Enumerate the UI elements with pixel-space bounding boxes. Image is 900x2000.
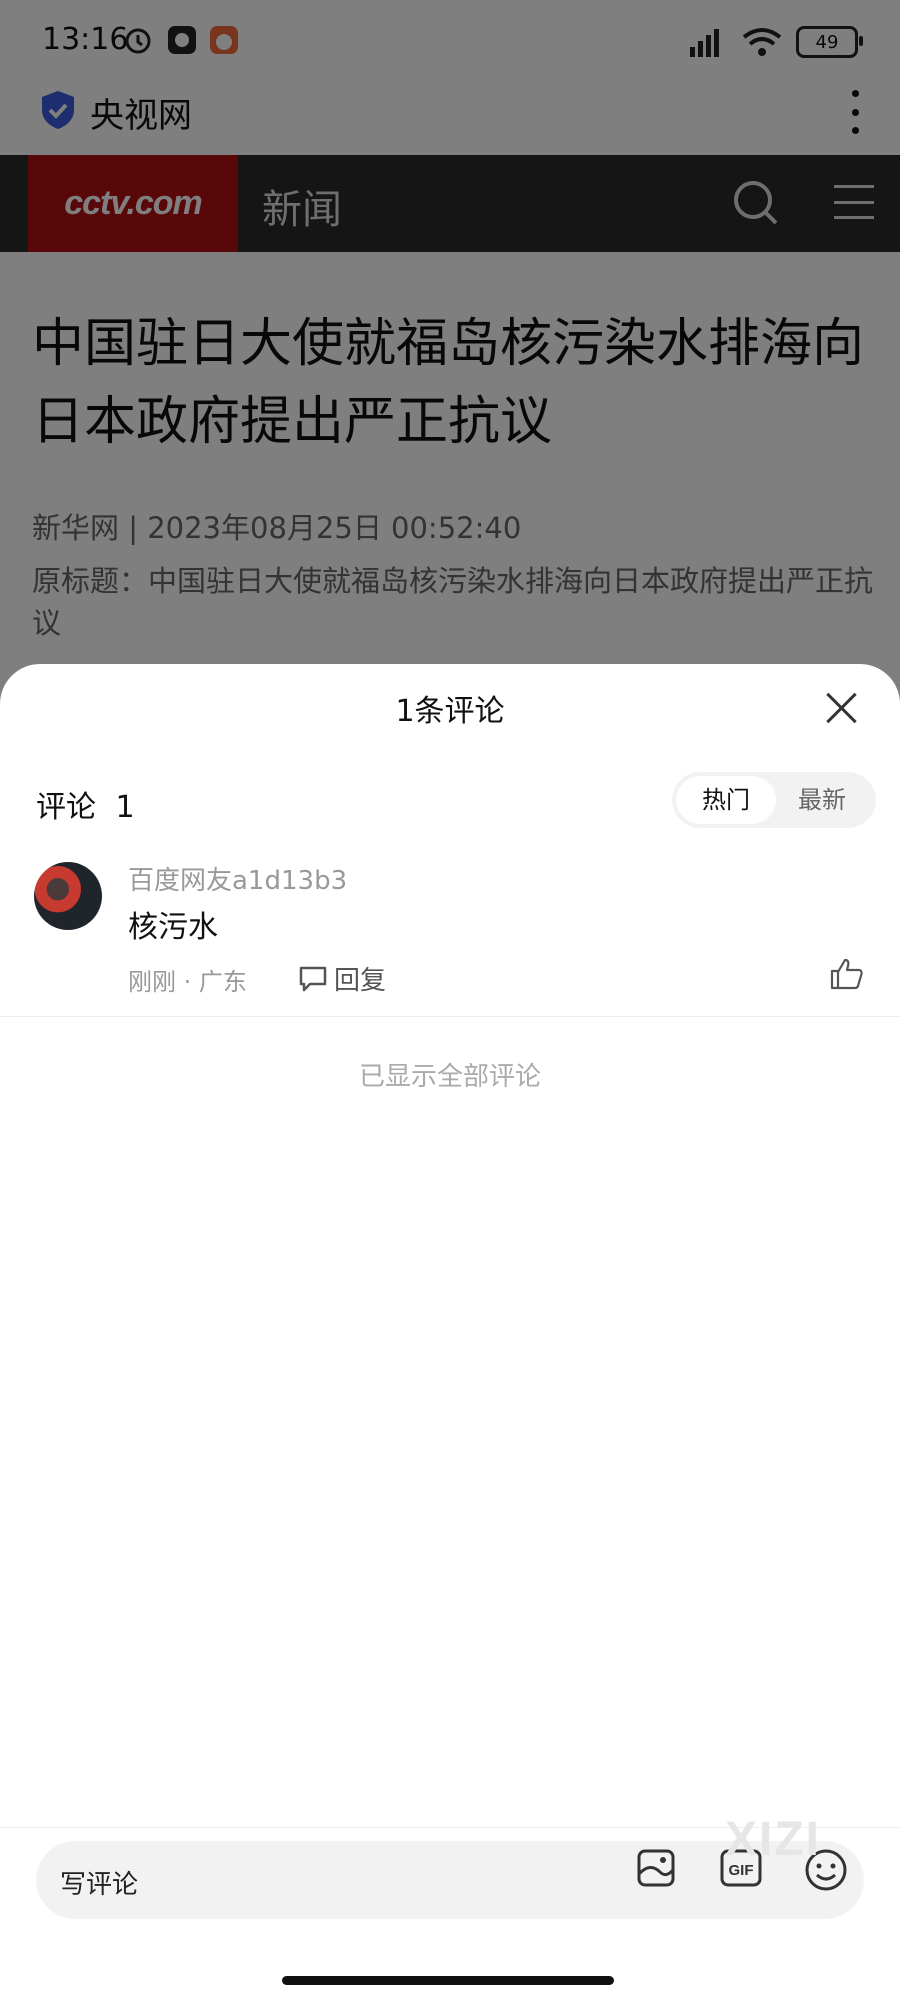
comment-username[interactable]: 百度网友a1d13b3	[128, 860, 347, 897]
sheet-title: 1条评论	[395, 694, 505, 729]
comment-time-location: 刚刚 · 广东	[128, 968, 247, 996]
comment-text: 核污水	[128, 910, 218, 945]
home-indicator[interactable]	[282, 1976, 614, 1985]
sort-toggle: 热门 最新	[672, 772, 876, 828]
comment-sheet: 1条评论 评论 1 热门 最新 百度网友a1d13b3 核污水 刚刚 · 广东 …	[0, 664, 900, 2000]
sort-new-tab[interactable]: 最新	[772, 776, 872, 824]
watermark: XIZI	[725, 1813, 822, 1866]
comment-input-placeholder[interactable]: 写评论	[60, 1864, 138, 1901]
sort-hot-tab[interactable]: 热门	[676, 776, 776, 824]
comments-label: 评论	[36, 790, 96, 825]
image-picker-icon[interactable]	[636, 1848, 676, 1888]
all-comments-shown: 已显示全部评论	[358, 1062, 541, 1092]
avatar[interactable]	[34, 862, 102, 930]
close-icon[interactable]	[822, 688, 862, 728]
comments-count: 1	[115, 790, 135, 825]
divider	[0, 1016, 900, 1017]
comment-item: 百度网友a1d13b3 核污水 刚刚 · 广东 回复	[0, 854, 900, 1008]
reply-label: 回复	[334, 966, 387, 996]
comments-header: 评论 1	[36, 782, 135, 826]
thumbs-up-icon[interactable]	[830, 958, 864, 990]
comment-bubble-icon	[299, 966, 327, 991]
reply-button[interactable]: 回复	[298, 960, 386, 997]
